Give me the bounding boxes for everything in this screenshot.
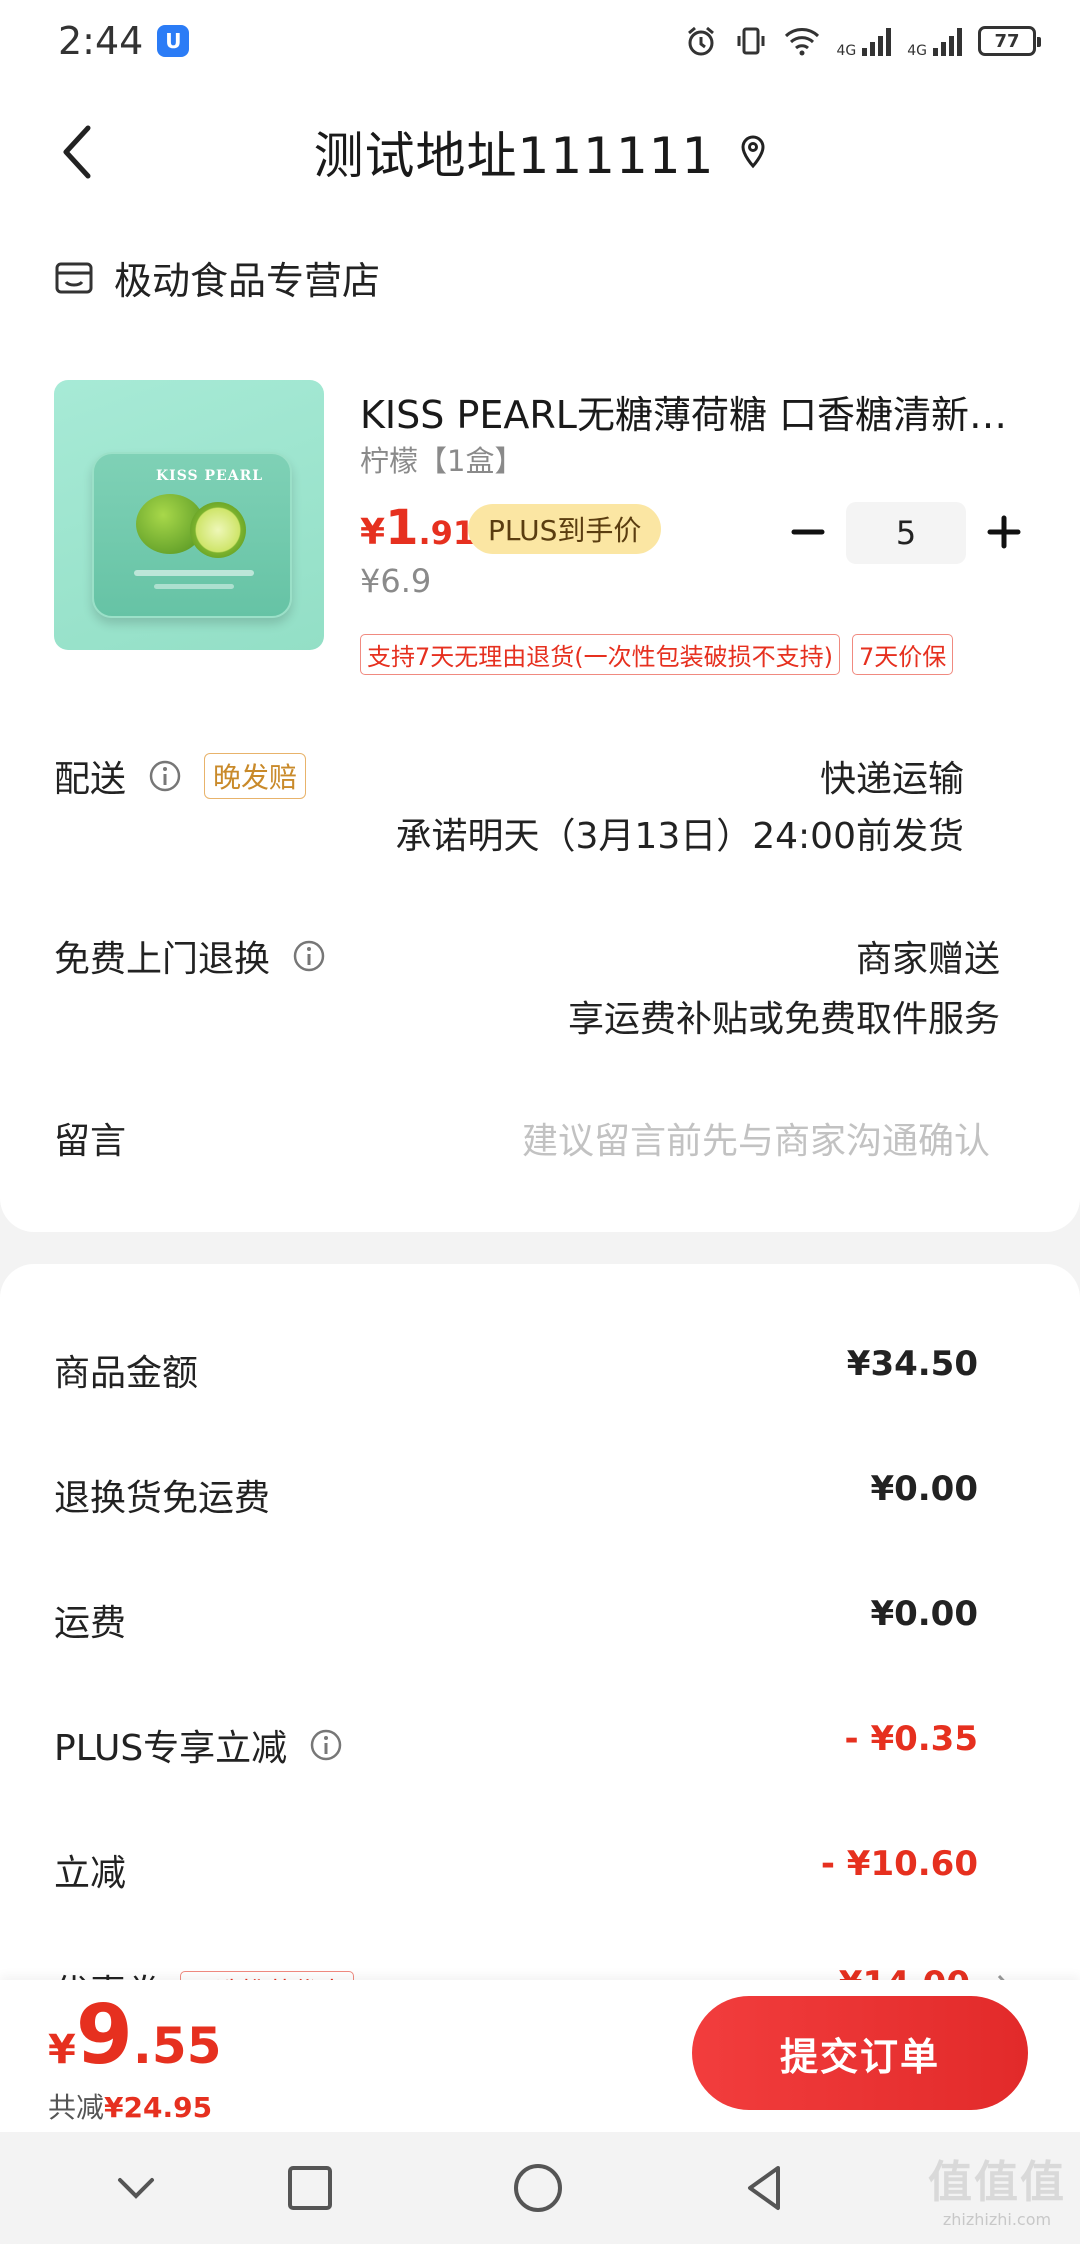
saved-label: 共减: [48, 2091, 105, 2124]
product-package: KISS PEARL: [92, 452, 292, 618]
watermark-logo: 值值值: [928, 2157, 1066, 2208]
total-decimal: .55: [132, 2017, 222, 2075]
order-item-card: 极动食品专营店 KISS PEARL KISS PEARL无糖薄荷糖 口香糖清新…: [0, 222, 1080, 1232]
product-price: ¥ 1 .91: [360, 500, 475, 556]
quantity-increase-button[interactable]: [984, 512, 1024, 552]
plus-discount-value: - ¥0.35: [844, 1719, 979, 1759]
back-triangle-icon[interactable]: [736, 2158, 796, 2218]
delivery-row[interactable]: 配送 晚发赔: [54, 750, 307, 802]
shipping-value: ¥0.00: [870, 1594, 978, 1634]
home-circle-icon[interactable]: [508, 2158, 568, 2218]
return-policy-tag: 支持7天无理由退货(一次性包装破损不支持): [360, 634, 840, 675]
total-integer: 9: [75, 1988, 133, 2083]
message-input[interactable]: 建议留言前先与商家沟通确认: [522, 1112, 990, 1164]
price-decimal: .91: [418, 514, 476, 552]
watermark: 值值值 zhizhizhi.com: [928, 2146, 1066, 2229]
signal-icon-2: [933, 26, 962, 56]
late-compensation-badge: 晚发赔: [204, 753, 307, 799]
battery-icon: 77: [978, 26, 1041, 56]
submit-order-button[interactable]: 提交订单: [692, 1996, 1028, 2110]
product-spec[interactable]: 柠檬【1盒】: [360, 438, 523, 480]
return-service-label: 免费上门退换: [54, 939, 271, 980]
total-currency: ¥: [48, 2027, 76, 2073]
delivery-promise: 承诺明天（3月13日）24:00前发货: [395, 816, 964, 857]
price-integer: 1: [385, 500, 419, 556]
goods-amount-value: ¥34.50: [846, 1344, 978, 1384]
plus-price-tag: PLUS到手价: [468, 504, 662, 554]
network-type-label: 4G: [836, 43, 857, 59]
return-fee-value: ¥0.00: [870, 1469, 978, 1509]
location-pin-icon[interactable]: [740, 135, 766, 169]
watermark-url: zhizhizhi.com: [942, 2210, 1052, 2229]
status-bar: 2:44 U 4G 4G 77: [0, 0, 1080, 82]
price-currency: ¥: [360, 512, 386, 553]
shipping-label: 运费: [54, 1603, 127, 1644]
store-row[interactable]: 极动食品专营店: [54, 250, 380, 305]
checkout-bar: ¥ 9 .55 共减¥24.95 提交订单: [0, 1980, 1080, 2132]
saved-value: ¥24.95: [104, 2091, 213, 2124]
quantity-input[interactable]: 5: [846, 502, 966, 564]
chevron-down-icon[interactable]: [106, 2158, 166, 2218]
delivery-label: 配送: [54, 759, 127, 800]
store-name: 极动食品专营店: [114, 259, 381, 303]
instant-discount-label: 立减: [54, 1853, 127, 1894]
package-brand-text: KISS PEARL: [156, 468, 264, 484]
recents-square-icon[interactable]: [280, 2158, 340, 2218]
price-protect-tag: 7天价保: [852, 634, 954, 675]
service-tags: 支持7天无理由退货(一次性包装破损不支持) 7天价保: [360, 634, 954, 675]
back-arrow-icon[interactable]: [52, 122, 112, 182]
message-label: 留言: [54, 1121, 127, 1162]
store-icon: [55, 262, 93, 293]
page-title[interactable]: 测试地址111111: [314, 116, 715, 188]
info-icon[interactable]: [292, 939, 326, 973]
total-saved[interactable]: 共减¥24.95: [48, 2086, 212, 2126]
system-nav-bar: 值值值 zhizhizhi.com: [0, 2132, 1080, 2244]
info-icon[interactable]: [309, 1728, 343, 1762]
return-fee-label: 退换货免运费: [54, 1478, 271, 1519]
total-price: ¥ 9 .55: [48, 1988, 221, 2083]
app-notification-icon: U: [157, 25, 190, 57]
price-summary-card: 商品金额 ¥34.50 退换货免运费 ¥0.00 运费 ¥0.00 PLUS专享…: [0, 1264, 1080, 2064]
vibrate-icon: [737, 27, 765, 55]
info-icon[interactable]: [148, 759, 182, 793]
plus-discount-label: PLUS专享立减: [54, 1728, 288, 1769]
delivery-method[interactable]: 快递运输: [820, 750, 964, 802]
instant-discount-value: - ¥10.60: [820, 1844, 978, 1884]
network-type-label-2: 4G: [907, 43, 927, 59]
status-icons: 4G 4G 77: [684, 23, 1041, 59]
alarm-icon: [688, 26, 715, 56]
return-service-desc: 享运费补贴或免费取件服务: [567, 999, 1000, 1040]
goods-amount-label: 商品金额: [54, 1353, 199, 1394]
product-image[interactable]: KISS PEARL: [54, 380, 324, 650]
original-price: ¥6.9: [360, 562, 432, 600]
return-service-provider: 商家赠送: [855, 939, 1000, 980]
product-title[interactable]: KISS PEARL无糖薄荷糖 口香糖清新…: [360, 384, 1020, 439]
page-header: 测试地址111111: [0, 82, 1080, 222]
status-time: 2:44: [58, 19, 144, 63]
return-service-row[interactable]: 免费上门退换: [54, 930, 326, 982]
plus-discount-row[interactable]: PLUS专享立减: [54, 1719, 343, 1771]
wifi-icon: [785, 28, 820, 56]
signal-icon: [862, 26, 892, 56]
quantity-decrease-button[interactable]: [788, 512, 828, 552]
